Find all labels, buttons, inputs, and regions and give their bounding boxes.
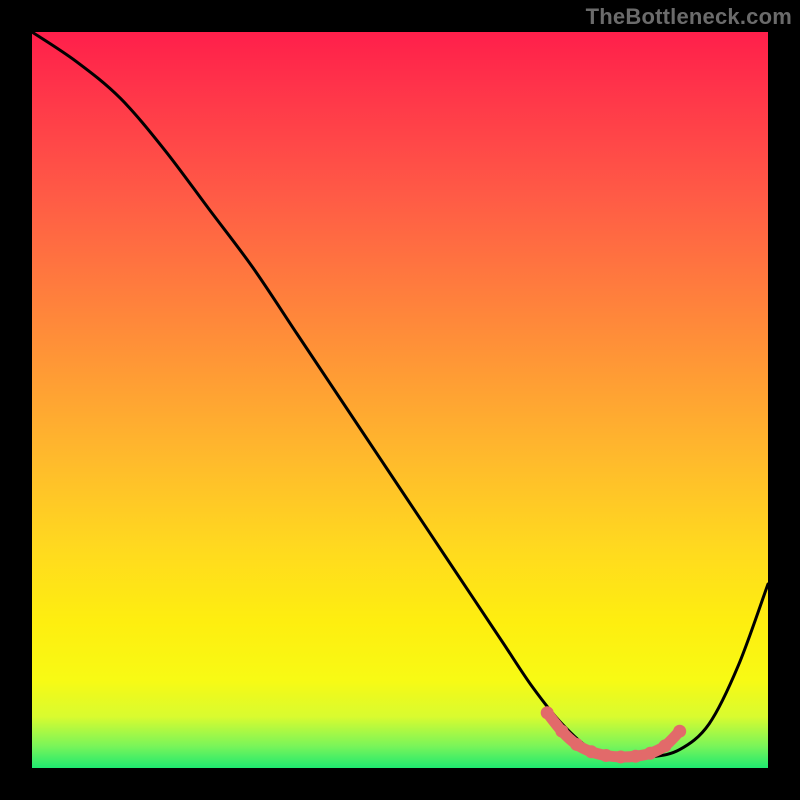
valley-marker-dot (644, 747, 657, 760)
valley-marker-dot (555, 725, 568, 738)
curve-svg (32, 32, 768, 768)
bottleneck-curve (32, 32, 768, 758)
valley-marker-dot (673, 725, 686, 738)
valley-marker-dot (629, 750, 642, 763)
valley-marker-dot (600, 749, 613, 762)
valley-marker-dot (585, 745, 598, 758)
valley-marker-dot (614, 750, 627, 763)
watermark-text: TheBottleneck.com (586, 4, 792, 30)
valley-marker-dot (658, 739, 671, 752)
plot-area (32, 32, 768, 768)
valley-marker-dot (541, 706, 554, 719)
chart-stage: TheBottleneck.com (0, 0, 800, 800)
valley-marker-dot (570, 738, 583, 751)
